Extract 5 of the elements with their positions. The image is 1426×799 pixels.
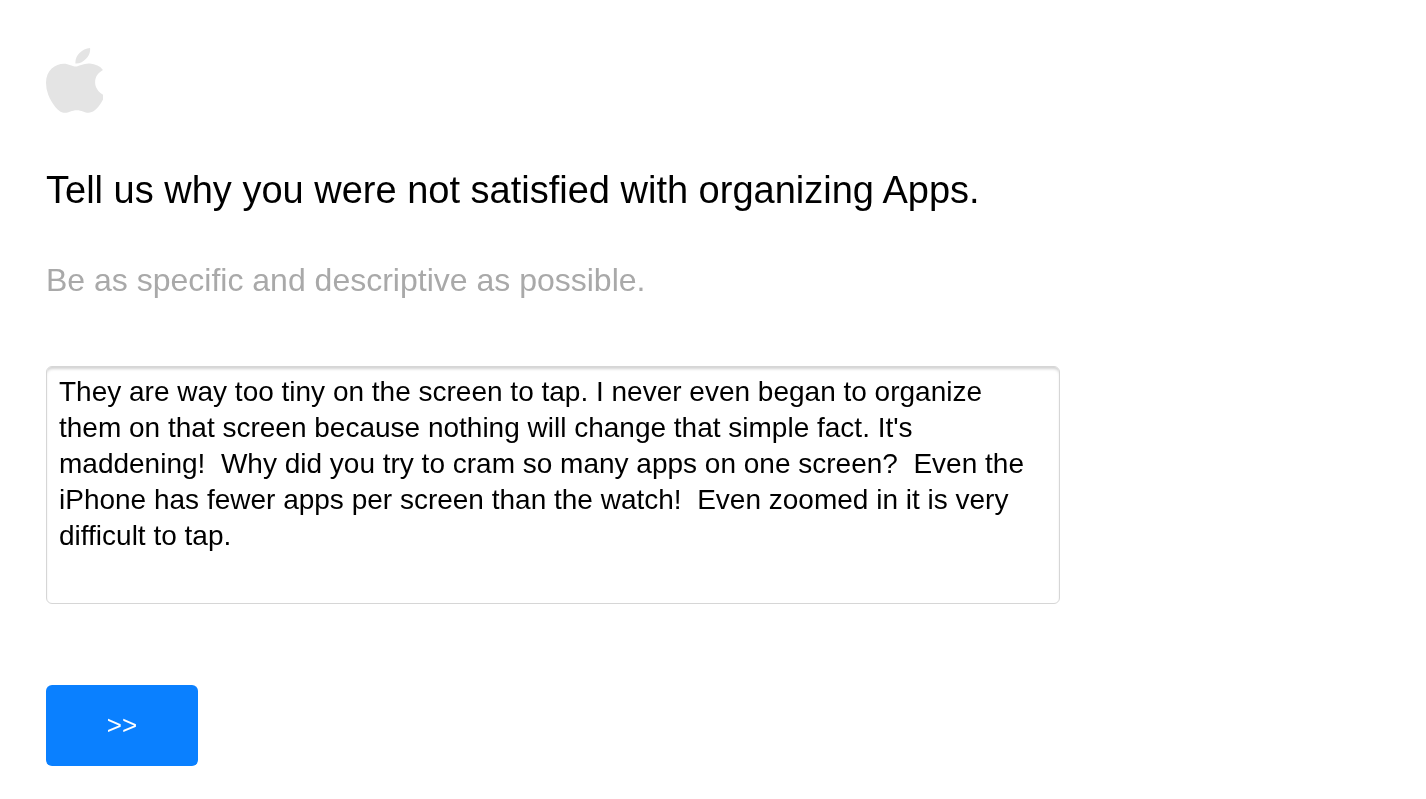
feedback-textarea[interactable]: They are way too tiny on the screen to tap. I never even began to organize them on that screen because nothing will change that simple fact. It's maddening! Why did you try to cram so many apps on one screen? Even the iPhone has fewer apps per screen than the watch! Even zoomed in it is very difficult to tap. xyxy=(46,366,1060,604)
instruction-text: Be as specific and descriptive as possible. xyxy=(46,263,646,297)
page-heading: Tell us why you were not satisfied with organizing Apps. xyxy=(46,170,980,210)
apple-icon xyxy=(46,48,103,113)
next-button[interactable]: >> xyxy=(46,685,198,766)
